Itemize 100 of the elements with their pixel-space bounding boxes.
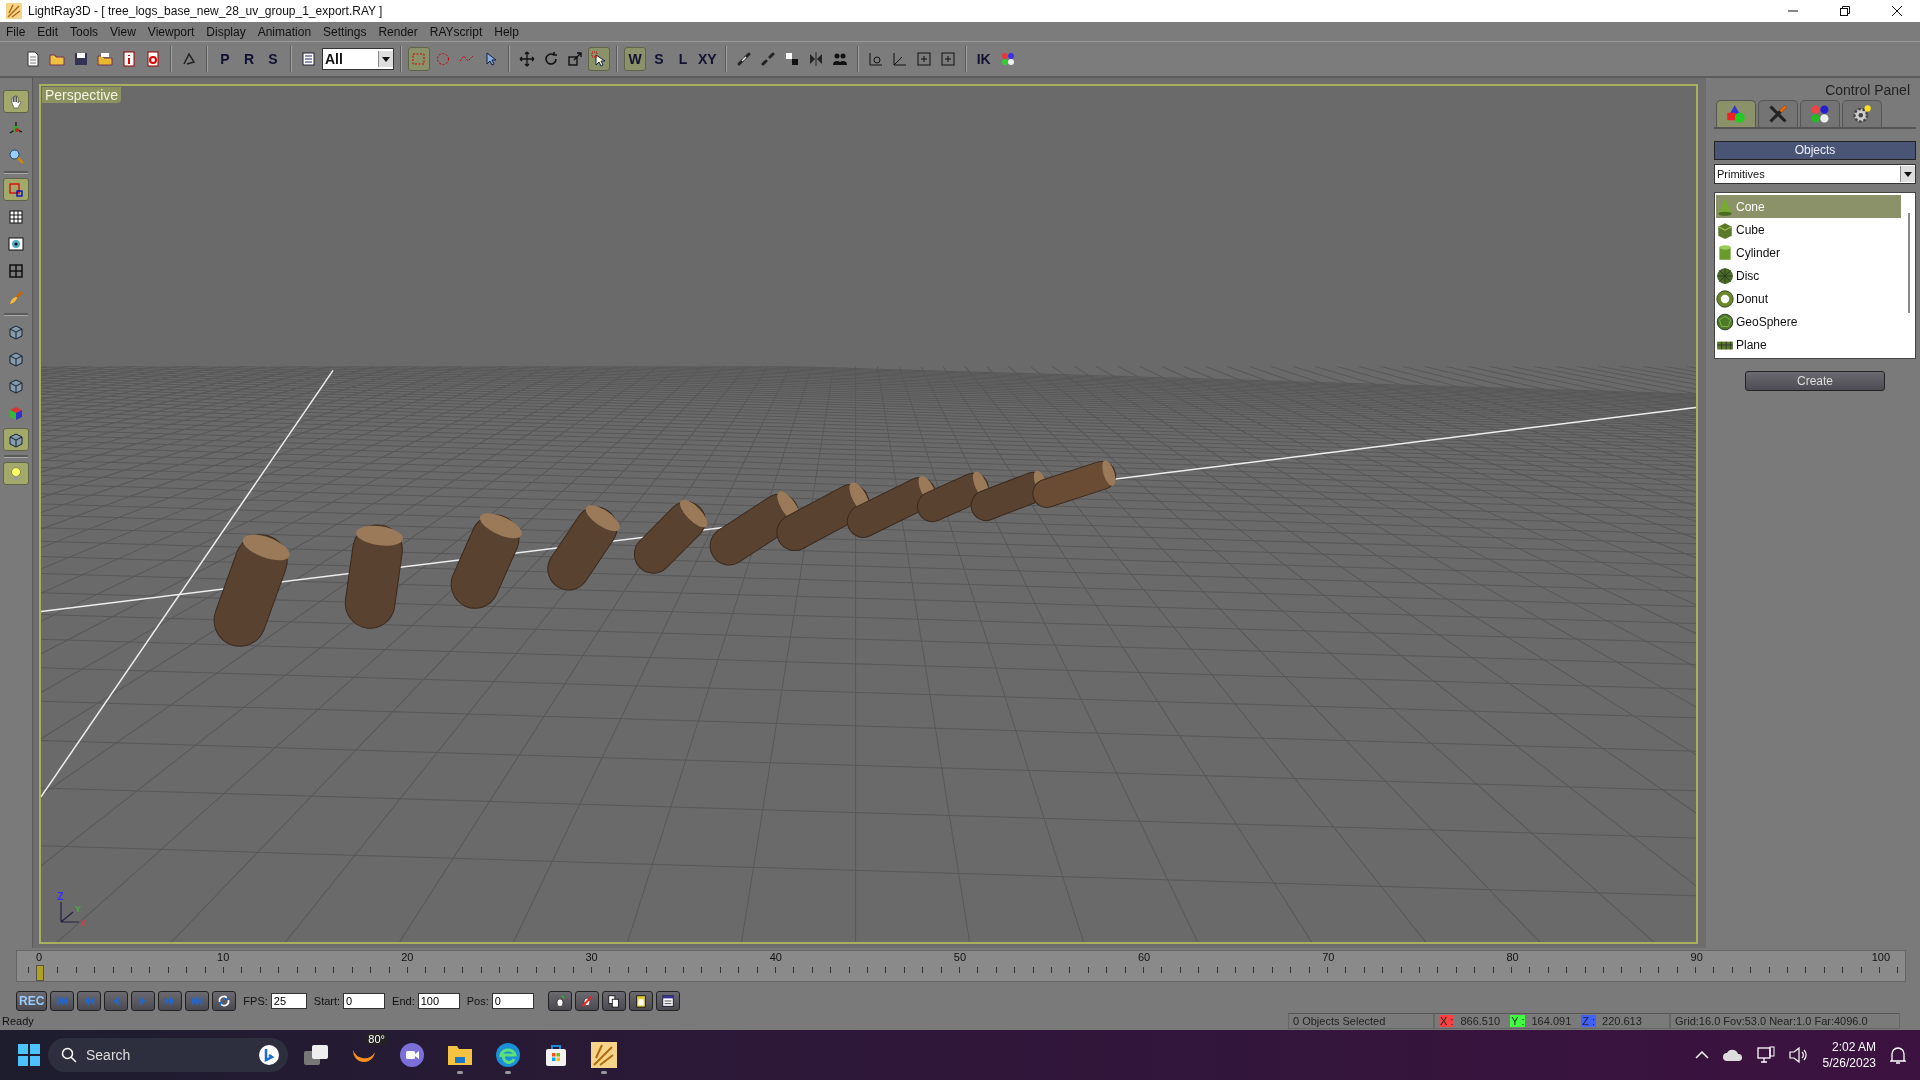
temperature-label: 80°: [365, 1033, 388, 1045]
menu-item[interactable]: View: [106, 24, 144, 39]
search-field[interactable]: Search: [48, 1038, 288, 1072]
network-icon[interactable]: [1756, 1046, 1775, 1064]
input-field[interactable]: 0: [343, 993, 386, 1009]
frame-label: 50: [952, 951, 968, 963]
filter-dropdown[interactable]: All: [322, 48, 394, 70]
panel-tab[interactable]: [1800, 100, 1840, 127]
axis-label: Z :: [1581, 1015, 1597, 1027]
viewport-label: Perspective: [42, 87, 122, 103]
shopping-bag-icon: [544, 1043, 568, 1067]
info-icon: [121, 51, 137, 67]
clock[interactable]: 2:02 AM 5/26/2023: [1822, 1039, 1876, 1071]
coordinate-value: 220.613: [1602, 1015, 1642, 1027]
input-field[interactable]: 100: [417, 993, 460, 1009]
viewport[interactable]: Perspective Z Y X: [39, 84, 1698, 944]
object-list-item[interactable]: GeoSphere: [1716, 310, 1901, 333]
axis-label: Y: [75, 904, 81, 914]
frame-label: 80: [1505, 951, 1520, 963]
copy-icon: [606, 994, 621, 1008]
timeline-ruler[interactable]: 0 10 20 30 40 50 60 70 80 90 100: [16, 950, 1906, 982]
cone-icon: [1716, 197, 1734, 216]
menu-item[interactable]: Render: [374, 24, 426, 39]
sphere-icon: [1716, 312, 1734, 331]
playback-button[interactable]: [212, 991, 237, 1011]
search-icon: [61, 1047, 77, 1063]
chat-bubble-icon: [258, 1044, 280, 1066]
object-list-item[interactable]: Cube: [1716, 218, 1901, 241]
menu-item[interactable]: RAYscript: [425, 24, 491, 39]
object-list-item[interactable]: Cylinder: [1716, 241, 1901, 264]
frame-label: 90: [1689, 951, 1704, 963]
camera-status: Grid:16.0 Fov:53.0 Near:1.0 Far:4096.0: [1670, 1013, 1900, 1029]
cylinder-icon: [1716, 243, 1734, 262]
skip-end-icon: [190, 994, 205, 1008]
toolbar-button[interactable]: [588, 47, 610, 71]
menu-item[interactable]: Viewport: [143, 24, 203, 39]
object-list-item[interactable]: Donut: [1716, 287, 1901, 310]
axis-label: X: [80, 918, 86, 928]
toolbar-button[interactable]: S: [648, 47, 670, 71]
menu-item[interactable]: Display: [202, 24, 254, 39]
menu-item[interactable]: Help: [490, 24, 527, 39]
cube-icon: [8, 377, 24, 394]
scrollbar[interactable]: [1908, 213, 1910, 313]
toolbar-button[interactable]: R: [238, 47, 260, 71]
menu-item[interactable]: Tools: [66, 24, 107, 39]
panel-tab[interactable]: [1758, 100, 1798, 127]
input-field[interactable]: 25: [270, 993, 307, 1009]
frame-label: 60: [1137, 951, 1152, 963]
create-button[interactable]: Create: [1745, 371, 1885, 391]
start-icon[interactable]: [18, 1044, 40, 1066]
toolbar-button[interactable]: L: [672, 47, 694, 71]
toolbar-button[interactable]: IK: [972, 47, 995, 71]
toolbar-button[interactable]: S: [262, 47, 284, 71]
record-button[interactable]: REC: [16, 991, 48, 1011]
object-list-item[interactable]: Disc: [1716, 264, 1901, 287]
toolbar-button[interactable]: W: [624, 47, 646, 71]
cloud-icon[interactable]: [1722, 1049, 1743, 1061]
object-list-item[interactable]: Cone: [1716, 195, 1901, 218]
app-logo-icon: [591, 1042, 617, 1068]
panel-tab[interactable]: [1716, 100, 1756, 127]
axis-label: X :: [1439, 1015, 1455, 1027]
field-label: Start:: [313, 995, 341, 1007]
section-header: Objects: [1714, 141, 1916, 160]
object-list-item[interactable]: Plane: [1716, 333, 1901, 356]
field-label: End:: [392, 995, 415, 1007]
volume-icon[interactable]: [1788, 1047, 1809, 1063]
toolbar-button[interactable]: XY: [696, 47, 719, 71]
key-button[interactable]: [655, 991, 680, 1011]
tool-button[interactable]: [3, 90, 29, 113]
category-dropdown[interactable]: Primitives: [1714, 164, 1916, 184]
input-field[interactable]: 0: [491, 993, 534, 1009]
frame-label: 40: [768, 951, 783, 963]
cube-icon: [8, 431, 24, 448]
task-view-icon: [303, 1043, 329, 1067]
bind-icon: [783, 51, 800, 67]
menu-item[interactable]: Animation: [253, 24, 320, 39]
mirror-icon: [807, 51, 824, 67]
timeline-thumb[interactable]: [36, 965, 44, 981]
tool-button[interactable]: [3, 428, 29, 451]
brush-icon: [8, 289, 24, 306]
key-button[interactable]: [628, 991, 653, 1011]
menu-item[interactable]: File: [2, 24, 34, 39]
axis-label: Y :: [1510, 1015, 1526, 1027]
chevron-up-icon[interactable]: [1694, 1050, 1709, 1060]
move-icon: [519, 51, 535, 67]
menu-item[interactable]: Settings: [319, 24, 375, 39]
eye-icon: [8, 235, 24, 252]
menu-item[interactable]: Edit: [33, 24, 67, 39]
notification-bell-icon[interactable]: [1890, 1046, 1906, 1064]
hand-icon: [8, 93, 24, 110]
panel-tab[interactable]: [1842, 100, 1882, 127]
rotate-icon: [543, 51, 559, 67]
curve-icon: [181, 51, 197, 67]
loop-icon: [217, 994, 232, 1008]
toolbar-button[interactable]: P: [214, 47, 236, 71]
tool-button[interactable]: [3, 462, 29, 485]
selection-status: 0 Objects Selected: [1288, 1013, 1434, 1029]
key-button[interactable]: [547, 991, 572, 1011]
key-button[interactable]: [601, 991, 626, 1011]
key-button[interactable]: [574, 991, 599, 1011]
